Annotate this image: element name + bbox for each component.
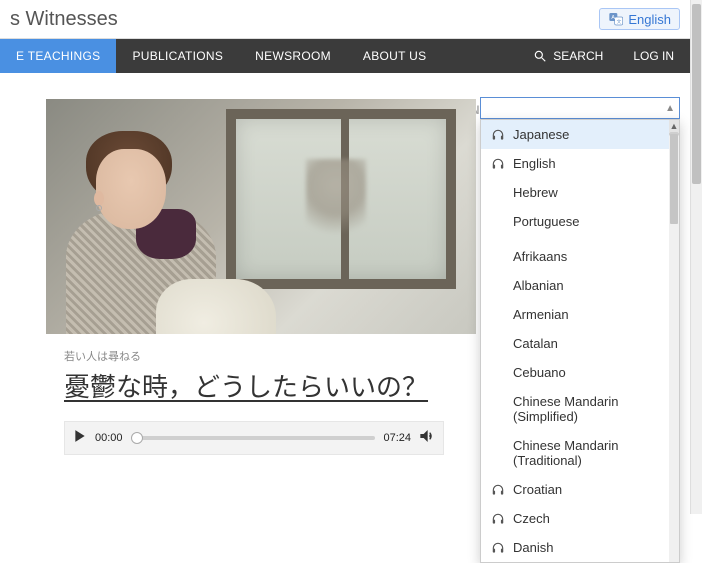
volume-icon: [419, 428, 435, 444]
article-header: 若い人は尋ねる 憂鬱な時，どうしたらいいの？: [64, 348, 444, 405]
page-scrollbar[interactable]: [690, 0, 702, 514]
main-nav: E TEACHINGS PUBLICATIONS NEWSROOM ABOUT …: [0, 39, 690, 73]
nav-search-label: SEARCH: [553, 49, 603, 63]
language-option[interactable]: Chinese Mandarin (Traditional): [481, 431, 679, 475]
chevron-up-icon: ▲: [665, 103, 675, 114]
language-option[interactable]: English: [481, 149, 679, 178]
language-option-label: Czech: [513, 511, 550, 526]
language-option-label: Chinese Mandarin (Simplified): [513, 394, 669, 424]
content-area: READ IN ▲ JapaneseEnglishHebrewPortugues…: [0, 73, 690, 455]
language-option[interactable]: Czech: [481, 504, 679, 533]
page-scroll-thumb[interactable]: [692, 4, 701, 184]
dropdown-scroll-thumb[interactable]: [670, 134, 678, 224]
headset-icon: [491, 483, 505, 497]
language-option-label: Cebuano: [513, 365, 566, 380]
site-language-button[interactable]: A文 English: [599, 8, 680, 30]
article-headline[interactable]: 憂鬱な時，どうしたらいいの？: [64, 370, 444, 405]
nav-publications[interactable]: PUBLICATIONS: [116, 39, 239, 73]
nav-newsroom[interactable]: NEWSROOM: [239, 39, 347, 73]
language-option-label: Portuguese: [513, 214, 580, 229]
article-image: [46, 99, 476, 334]
language-option-label: Chinese Mandarin (Traditional): [513, 438, 669, 468]
language-option-label: Albanian: [513, 278, 564, 293]
language-option[interactable]: Croatian: [481, 475, 679, 504]
play-button[interactable]: [73, 429, 87, 448]
language-option[interactable]: Portuguese: [481, 207, 679, 236]
language-option-label: Japanese: [513, 127, 569, 142]
nav-about-us[interactable]: ABOUT US: [347, 39, 443, 73]
svg-text:A: A: [612, 15, 616, 21]
language-option-label: Afrikaans: [513, 249, 567, 264]
nav-bible-teachings[interactable]: E TEACHINGS: [0, 39, 116, 73]
nav-login[interactable]: LOG IN: [617, 39, 690, 73]
seek-track[interactable]: [131, 436, 376, 440]
article-kicker: 若い人は尋ねる: [64, 348, 444, 364]
language-dropdown: Japanese English Hebrew Portuguese Afrikaans…: [480, 119, 680, 563]
current-time: 00:00: [95, 432, 123, 444]
language-option[interactable]: Catalan: [481, 329, 679, 358]
audio-player: 00:00 07:24: [64, 421, 444, 455]
language-option-label: Croatian: [513, 482, 562, 497]
search-icon: [533, 49, 547, 63]
headset-icon: [491, 541, 505, 555]
language-option[interactable]: Albanian: [481, 271, 679, 300]
brand-title: s Witnesses: [10, 8, 118, 31]
language-option-label: Catalan: [513, 336, 558, 351]
language-option[interactable]: Armenian: [481, 300, 679, 329]
headset-icon: [491, 157, 505, 171]
read-in-language-select[interactable]: ▲: [480, 97, 680, 119]
language-option[interactable]: Cebuano: [481, 358, 679, 387]
language-option-label: English: [513, 156, 556, 171]
svg-text:文: 文: [617, 18, 622, 25]
language-option-label: Armenian: [513, 307, 569, 322]
language-option-label: Hebrew: [513, 185, 558, 200]
nav-search[interactable]: SEARCH: [519, 39, 617, 73]
play-icon: [73, 429, 87, 443]
language-option[interactable]: Chinese Mandarin (Simplified): [481, 387, 679, 431]
dropdown-scrollbar[interactable]: ▲: [669, 120, 679, 562]
language-option[interactable]: Danish: [481, 533, 679, 562]
language-option[interactable]: Japanese: [481, 120, 679, 149]
seek-handle[interactable]: [131, 432, 143, 444]
language-option-label: Danish: [513, 540, 553, 555]
headset-icon: [491, 128, 505, 142]
total-time: 07:24: [383, 432, 411, 444]
top-bar: s Witnesses A文 English: [0, 0, 690, 39]
scroll-up-arrow[interactable]: ▲: [669, 120, 679, 132]
site-language-label: English: [628, 12, 671, 27]
language-option[interactable]: Afrikaans: [481, 242, 679, 271]
translate-icon: A文: [608, 11, 624, 27]
volume-button[interactable]: [419, 428, 435, 449]
language-option[interactable]: Hebrew: [481, 178, 679, 207]
